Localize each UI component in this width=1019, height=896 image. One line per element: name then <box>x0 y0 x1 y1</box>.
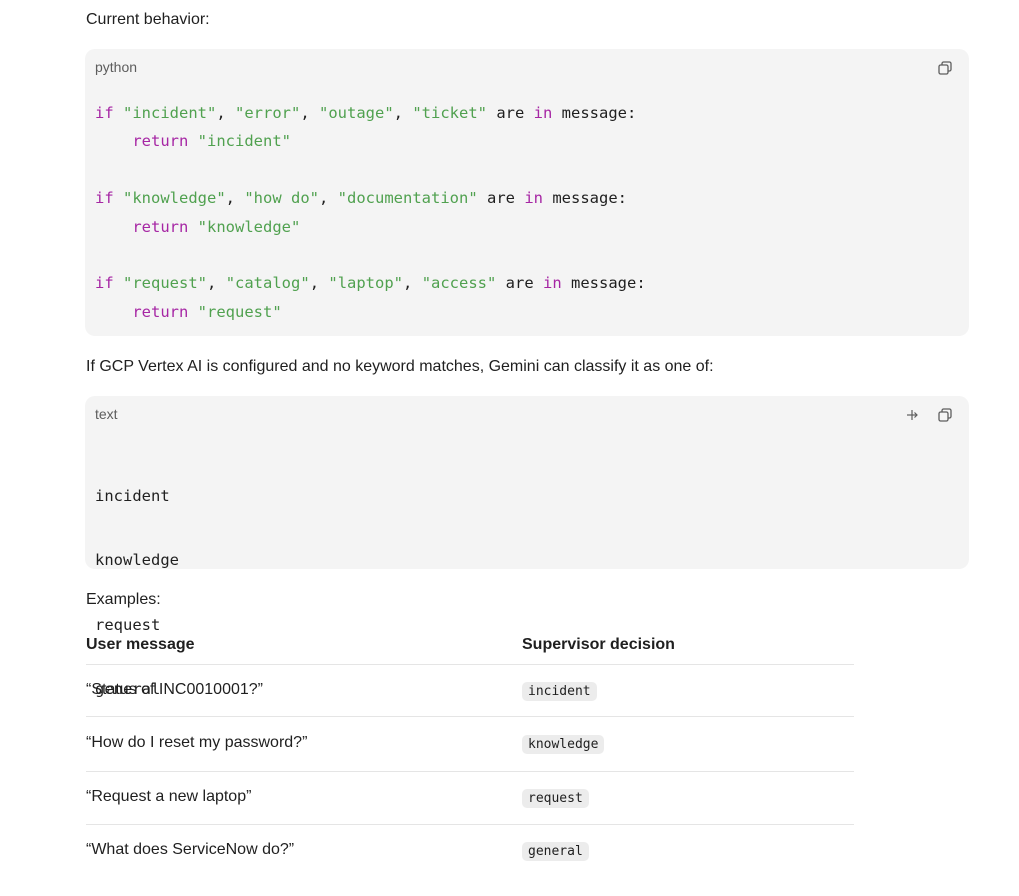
table-header: User message <box>86 636 195 653</box>
code-token: message: <box>543 189 627 208</box>
code-token: , <box>309 274 329 293</box>
code-string: "knowledge" <box>123 189 226 208</box>
decision-badge: knowledge <box>522 735 605 754</box>
code-token: are <box>496 274 544 293</box>
wrap-icon[interactable] <box>905 407 921 423</box>
code-string: "request" <box>197 302 282 321</box>
python-code: if "incident", "error", "outage", "ticke… <box>95 99 646 326</box>
copy-icon[interactable] <box>937 60 953 76</box>
code-keyword: return <box>132 302 189 321</box>
code-token: , <box>403 274 422 293</box>
code-string: "incident" <box>197 132 291 151</box>
table-header-row: User message Supervisor decision <box>86 628 854 665</box>
table-row: “How do I reset my password?” knowledge <box>86 717 854 772</box>
code-line: incident <box>95 487 170 505</box>
code-keyword: in <box>524 189 543 208</box>
code-line: if "knowledge", "how do", "documentation… <box>95 184 646 212</box>
code-keyword: return <box>132 132 189 151</box>
code-line: return "request" <box>95 298 646 326</box>
code-keyword: in <box>533 104 553 122</box>
text-code-block: text incident knowledge request general <box>85 396 969 698</box>
user-message-cell: “Status of INC0010001?” <box>86 681 263 698</box>
examples-text: Examples: <box>86 591 161 608</box>
current-behavior-text: Current behavior: <box>86 11 210 28</box>
code-keyword: if <box>95 274 114 293</box>
code-token: , <box>393 104 413 122</box>
decision-badge: incident <box>522 682 597 701</box>
user-message-cell: “Request a new laptop” <box>86 788 252 805</box>
code-string: "outage" <box>319 104 394 122</box>
decision-badge: request <box>522 789 589 808</box>
code-string: "incident" <box>123 104 217 122</box>
code-line: if "incident", "error", "outage", "ticke… <box>95 99 646 127</box>
code-line: knowledge <box>95 551 179 570</box>
code-language-label: python <box>95 59 138 75</box>
code-token: , <box>300 104 320 122</box>
code-token: , <box>319 189 338 208</box>
code-string: "catalog" <box>225 274 310 293</box>
decision-badge: general <box>522 842 589 861</box>
code-token: are <box>477 189 525 208</box>
python-code-block: python if "incident", "error", "outage",… <box>85 49 969 336</box>
code-keyword: if <box>95 104 114 122</box>
code-keyword: if <box>95 189 114 208</box>
code-token: message: <box>561 274 646 293</box>
user-message-cell: “What does ServiceNow do?” <box>86 841 295 858</box>
table-row: “Request a new laptop” request <box>86 772 854 825</box>
code-string: "how do" <box>244 189 319 208</box>
code-token: , <box>216 104 236 122</box>
code-keyword: in <box>543 274 562 293</box>
table-header: Supervisor decision <box>522 636 675 653</box>
code-string: "error" <box>235 104 301 122</box>
code-token: , <box>207 274 226 293</box>
code-token: , <box>225 189 245 208</box>
copy-icon[interactable] <box>937 407 953 423</box>
code-line: return "knowledge" <box>95 213 646 241</box>
code-string: "access" <box>421 274 497 293</box>
code-token: message: <box>552 104 637 122</box>
code-string: "knowledge" <box>197 217 301 236</box>
code-string: "laptop" <box>328 274 404 293</box>
code-line: if "request", "catalog", "laptop", "acce… <box>95 269 646 297</box>
code-keyword: return <box>132 217 189 236</box>
code-language-label: text <box>95 406 118 422</box>
vertex-ai-text: If GCP Vertex AI is configured and no ke… <box>86 358 714 375</box>
code-string: "request" <box>123 274 208 293</box>
user-message-cell: “How do I reset my password?” <box>86 734 308 751</box>
table-row: “Status of INC0010001?” incident <box>86 665 854 717</box>
code-string: "documentation" <box>337 189 478 208</box>
code-token: are <box>487 104 534 122</box>
code-string: "ticket" <box>412 104 487 122</box>
table-row: “What does ServiceNow do?” general <box>86 825 854 875</box>
code-line: return "incident" <box>95 127 646 155</box>
